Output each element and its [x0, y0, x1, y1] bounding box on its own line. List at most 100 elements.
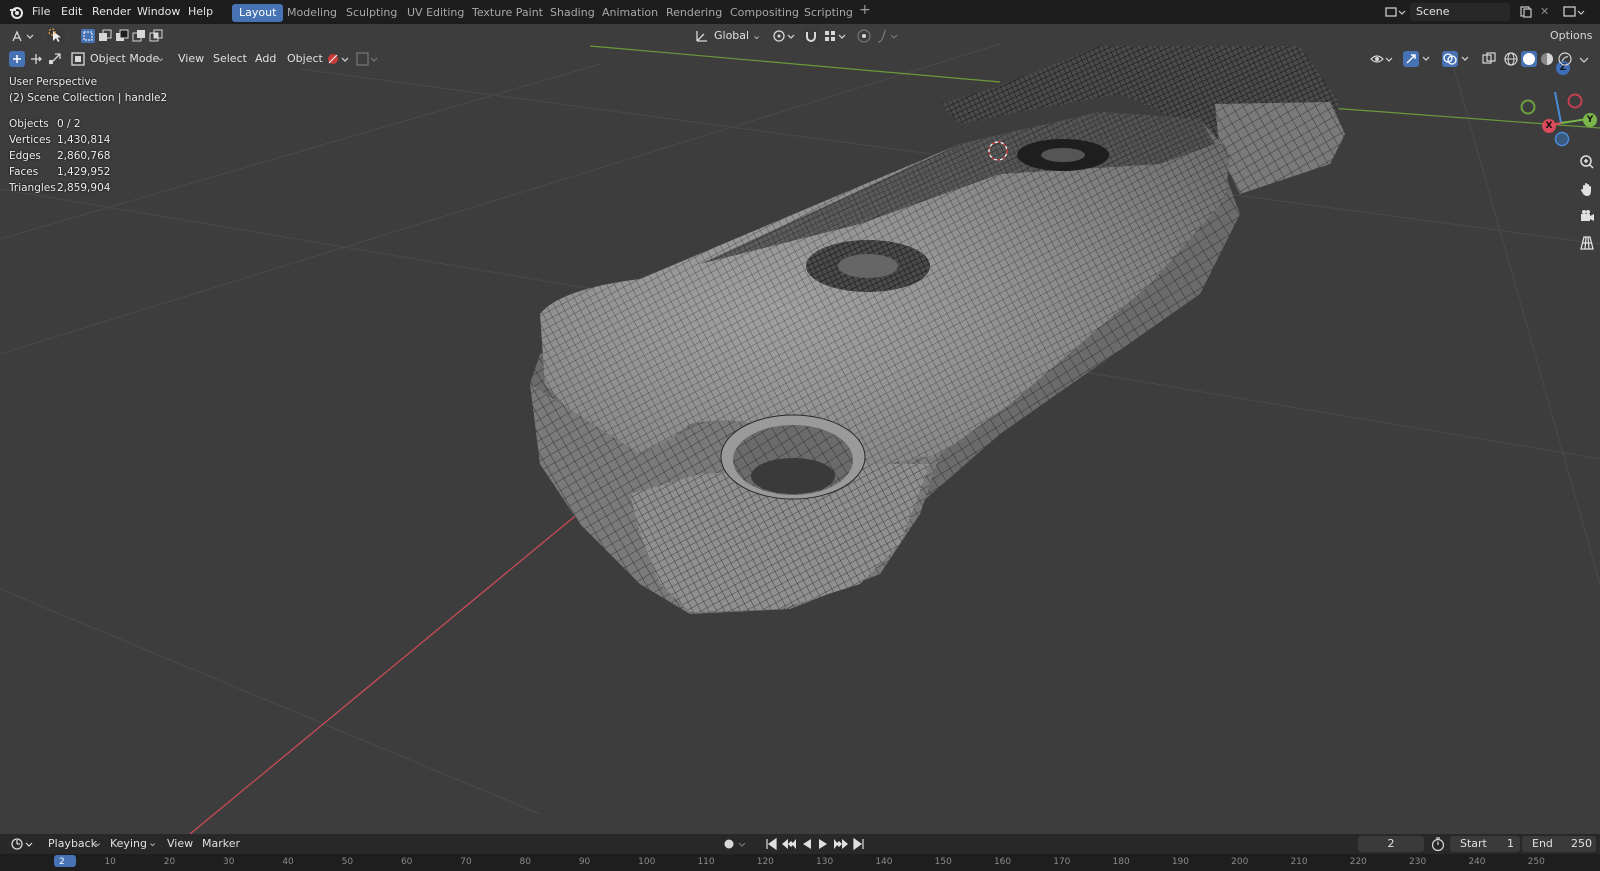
- keying-dropdown[interactable]: Keying: [110, 836, 147, 852]
- xray-toggle-icon[interactable]: [1481, 51, 1497, 67]
- 3d-viewport[interactable]: Z Y X User Perspective (2) Scene Collect…: [0, 24, 1600, 834]
- scene-name-field[interactable]: Scene: [1410, 3, 1510, 21]
- shading-options-chevron-icon[interactable]: [1577, 51, 1591, 67]
- pan-hand-icon[interactable]: [1579, 181, 1595, 197]
- jump-to-keyframe-forward-icon[interactable]: [832, 836, 850, 852]
- start-frame-label: Start: [1460, 837, 1487, 850]
- view-layer-icon[interactable]: [1562, 4, 1588, 20]
- end-frame-label: End: [1532, 837, 1553, 850]
- add-workspace-icon[interactable]: +: [859, 2, 871, 18]
- stat-faces-value: 1,429,952: [57, 166, 111, 178]
- tab-animation[interactable]: Animation: [595, 4, 665, 22]
- visibility-eye-icon[interactable]: [1370, 51, 1396, 67]
- jump-to-keyframe-back-icon[interactable]: [780, 836, 798, 852]
- keying-chevron-icon[interactable]: ⌄: [148, 835, 157, 851]
- play-reverse-icon[interactable]: [800, 836, 814, 852]
- tab-texture-paint[interactable]: Texture Paint: [465, 4, 550, 22]
- wireframe-shading-icon[interactable]: [1503, 51, 1519, 67]
- options-dropdown[interactable]: Options: [1550, 28, 1592, 44]
- proportional-editing-icon[interactable]: [856, 28, 872, 44]
- gizmo-toggle-icon[interactable]: [1402, 50, 1432, 68]
- select-intersect-icon[interactable]: [148, 28, 164, 44]
- mode-chevron-down-icon[interactable]: ⌄: [156, 50, 165, 66]
- mode-dropdown[interactable]: Object Mode: [90, 51, 159, 67]
- new-scene-icon[interactable]: [1519, 5, 1533, 19]
- tab-scripting[interactable]: Scripting: [797, 4, 860, 22]
- timeline: Playback ⌄ Keying ⌄ View Marker 2 Start …: [0, 834, 1600, 871]
- select-tool-icon[interactable]: [46, 27, 66, 45]
- ruler-tick-label: 170: [1053, 857, 1071, 867]
- orthographic-grid-icon[interactable]: [1579, 235, 1595, 251]
- view-menu[interactable]: View: [178, 51, 204, 67]
- snap-increment-icon[interactable]: [823, 28, 849, 44]
- current-frame-field[interactable]: 2: [1358, 836, 1424, 852]
- auto-keying-icon[interactable]: [721, 836, 749, 852]
- playback-controls: [764, 836, 870, 852]
- ruler-tick-label: 70: [460, 857, 472, 867]
- tab-sculpting[interactable]: Sculpting: [339, 4, 404, 22]
- select-new-icon[interactable]: [80, 28, 96, 44]
- tab-shading[interactable]: Shading: [543, 4, 602, 22]
- pivot-point-icon[interactable]: [772, 28, 798, 44]
- tab-rendering[interactable]: Rendering: [659, 4, 729, 22]
- tab-layout[interactable]: Layout: [232, 4, 284, 22]
- play-icon[interactable]: [816, 836, 830, 852]
- tweak-tool-icon[interactable]: [8, 50, 26, 68]
- timeline-ruler[interactable]: 2 10 20 30 40 50 60 70 80 90 100 110 120 130 140 150 160…: [0, 854, 1600, 871]
- zoom-icon[interactable]: [1579, 154, 1595, 170]
- tab-compositing[interactable]: Compositing: [723, 4, 806, 22]
- timeline-view-menu[interactable]: View: [167, 836, 193, 852]
- tab-modeling[interactable]: Modeling: [280, 4, 344, 22]
- gizmo-y-axis[interactable]: Y: [1583, 113, 1597, 127]
- playback-dropdown[interactable]: Playback: [48, 836, 97, 852]
- select-subtract-icon[interactable]: [114, 28, 130, 44]
- transform-orientation-dropdown[interactable]: Global: [714, 28, 749, 44]
- transform-orientation-icon[interactable]: [694, 28, 710, 44]
- playback-chevron-icon[interactable]: ⌄: [93, 835, 102, 851]
- menu-edit[interactable]: Edit: [61, 4, 82, 20]
- overlays-toggle-icon[interactable]: [1441, 50, 1471, 68]
- tab-uv-editing[interactable]: UV Editing: [400, 4, 471, 22]
- menu-help[interactable]: Help: [188, 4, 213, 20]
- object-type-visibility-icon[interactable]: [326, 51, 352, 67]
- solid-shading-icon[interactable]: [1520, 50, 1538, 68]
- menu-file[interactable]: File: [32, 4, 50, 20]
- object-mode-icon[interactable]: [70, 51, 86, 67]
- select-extend-icon[interactable]: [97, 28, 113, 44]
- add-menu[interactable]: Add: [255, 51, 276, 67]
- global-sharing-icon[interactable]: [355, 51, 381, 67]
- gizmo-x-axis[interactable]: X: [1542, 119, 1556, 133]
- object-menu[interactable]: Object: [287, 51, 323, 67]
- remove-scene-icon[interactable]: ✕: [1540, 4, 1549, 20]
- move-tool-icon[interactable]: [27, 50, 45, 68]
- camera-view-icon[interactable]: [1579, 208, 1595, 224]
- start-frame-field[interactable]: Start 1: [1450, 836, 1520, 852]
- editor-type-icon[interactable]: [10, 28, 36, 44]
- ruler-tick-label: 250: [1527, 857, 1545, 867]
- knife-handle-mesh[interactable]: [530, 46, 1345, 614]
- ruler-tick-label: 20: [163, 857, 176, 867]
- ruler-tick-label: 40: [282, 857, 294, 867]
- preview-range-stopwatch-icon[interactable]: [1430, 836, 1446, 852]
- jump-to-start-icon[interactable]: [764, 836, 778, 852]
- chevron-down-icon[interactable]: ⌄: [752, 28, 761, 44]
- ruler-tick-label: 190: [1171, 857, 1190, 867]
- current-frame-indicator[interactable]: [54, 855, 76, 867]
- snap-icon[interactable]: [802, 27, 820, 45]
- rendered-shading-icon[interactable]: [1557, 51, 1573, 67]
- menu-window[interactable]: Window: [137, 4, 180, 20]
- material-preview-icon[interactable]: [1539, 51, 1555, 67]
- timeline-editor-type-icon[interactable]: [10, 836, 36, 852]
- select-invert-icon[interactable]: [131, 28, 147, 44]
- scale-tool-icon[interactable]: [46, 50, 64, 68]
- falloff-curve-icon[interactable]: [876, 28, 900, 44]
- blender-logo-icon[interactable]: [8, 4, 24, 20]
- scene-selector-icon[interactable]: [1384, 4, 1406, 20]
- jump-to-end-icon[interactable]: [852, 836, 866, 852]
- stat-edges-value: 2,860,768: [57, 150, 111, 162]
- marker-menu[interactable]: Marker: [202, 836, 240, 852]
- navigation-gizmo[interactable]: [1520, 91, 1589, 147]
- end-frame-field[interactable]: End 250: [1522, 836, 1596, 852]
- menu-render[interactable]: Render: [92, 4, 131, 20]
- select-menu[interactable]: Select: [213, 51, 247, 67]
